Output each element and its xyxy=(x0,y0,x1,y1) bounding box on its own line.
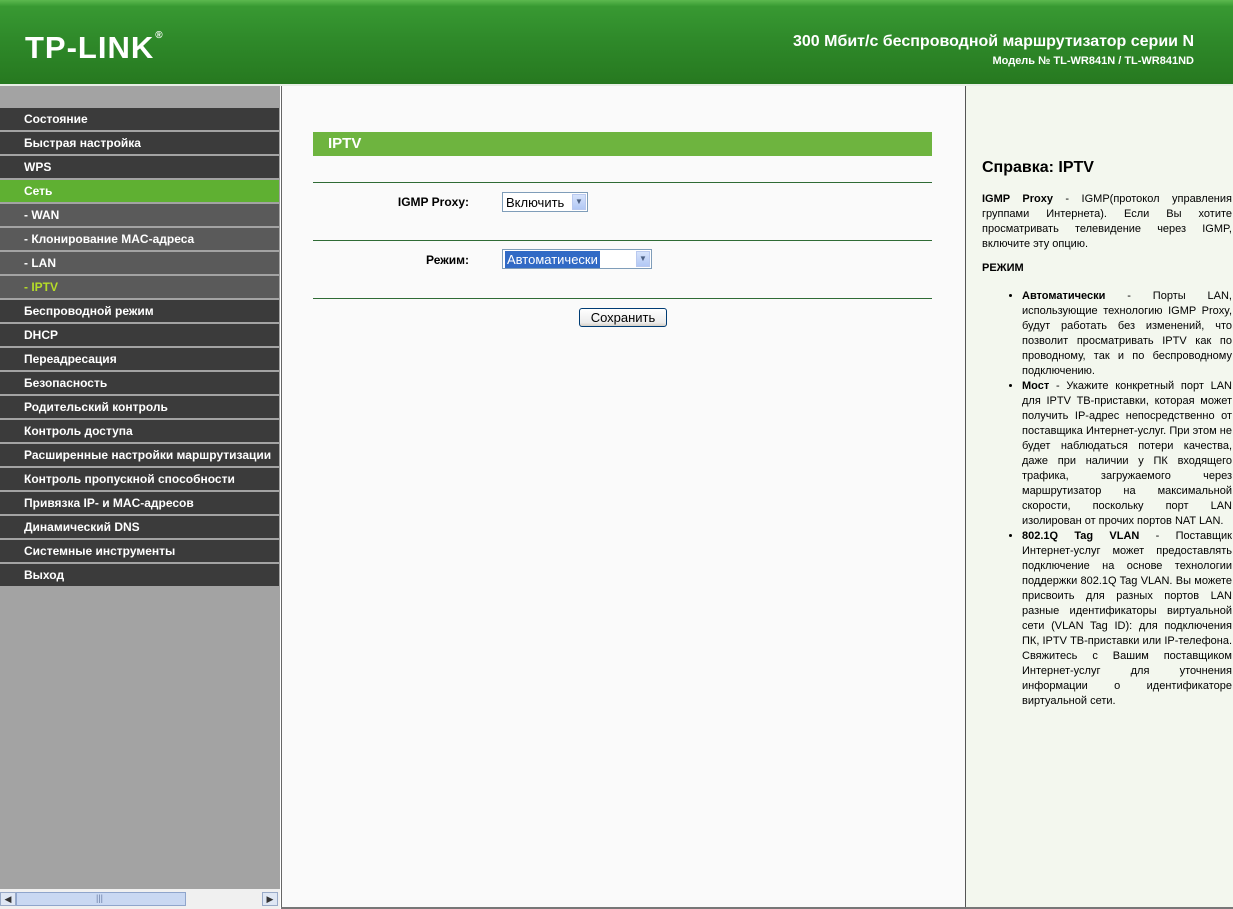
sidebar-item-lan[interactable]: - LAN xyxy=(0,252,279,274)
arrow-left-icon[interactable]: ◀ xyxy=(0,892,16,906)
sidebar-menu: Состояние Быстрая настройка WPS Сеть - W… xyxy=(0,108,279,588)
arrow-right-icon[interactable]: ▶ xyxy=(262,892,278,906)
help-igmp-term: IGMP Proxy xyxy=(982,193,1053,205)
sidebar-horizontal-scrollbar[interactable]: ◀ ||| ▶ xyxy=(0,889,280,909)
sidebar-item-status[interactable]: Состояние xyxy=(0,108,279,130)
help-title: Справка: IPTV xyxy=(982,159,1094,176)
grip-icon: ||| xyxy=(96,893,104,903)
sidebar-item-advanced-routing[interactable]: Расширенные настройки маршрутизации xyxy=(0,444,279,466)
sidebar-item-access-control[interactable]: Контроль доступа xyxy=(0,420,279,442)
tp-link-logo: TP-LINK® xyxy=(25,30,164,66)
main-content: IPTV IGMP Proxy: Включить ▼ Режим: Автом… xyxy=(281,86,965,909)
model-number: Модель № TL-WR841N / TL-WR841ND xyxy=(992,55,1194,67)
mode-select[interactable]: Автоматически ▼ xyxy=(502,249,652,269)
sidebar: Состояние Быстрая настройка WPS Сеть - W… xyxy=(0,86,280,909)
sidebar-item-dynamic-dns[interactable]: Динамический DNS xyxy=(0,516,279,538)
sidebar-item-bandwidth-control[interactable]: Контроль пропускной способности xyxy=(0,468,279,490)
header-strip xyxy=(0,0,1233,6)
sidebar-item-ip-mac-binding[interactable]: Привязка IP- и MAC-адресов xyxy=(0,492,279,514)
chevron-down-icon[interactable]: ▼ xyxy=(572,194,586,210)
sidebar-item-quick-setup[interactable]: Быстрая настройка xyxy=(0,132,279,154)
chevron-down-icon[interactable]: ▼ xyxy=(636,251,650,267)
sidebar-item-mac-clone[interactable]: - Клонирование MAC-адреса xyxy=(0,228,279,250)
save-button[interactable]: Сохранить xyxy=(579,308,667,327)
help-igmp-paragraph: IGMP Proxy - IGMP(протокол управления гр… xyxy=(982,192,1232,252)
divider xyxy=(313,240,932,241)
sidebar-item-wps[interactable]: WPS xyxy=(0,156,279,178)
help-mode-list: Автоматически - Порты LAN, использующие … xyxy=(982,289,1232,709)
help-desc: - Укажите конкретный порт LAN для IPTV Т… xyxy=(1022,380,1232,527)
mode-value: Автоматически xyxy=(505,251,600,268)
help-term: Автоматически xyxy=(1022,290,1106,302)
list-item: Мост - Укажите конкретный порт LAN для I… xyxy=(1022,379,1232,529)
sidebar-item-wan[interactable]: - WAN xyxy=(0,204,279,226)
header: TP-LINK® 300 Мбит/с беспроводной маршрут… xyxy=(0,0,1233,86)
logo-text: TP-LINK xyxy=(25,30,155,65)
igmp-proxy-value: Включить xyxy=(506,195,565,210)
list-item: Автоматически - Порты LAN, использующие … xyxy=(1022,289,1232,379)
sidebar-item-logout[interactable]: Выход xyxy=(0,564,279,586)
igmp-proxy-label: IGMP Proxy: xyxy=(397,195,469,209)
sidebar-item-system-tools[interactable]: Системные инструменты xyxy=(0,540,279,562)
help-desc: - Порты LAN, использующие технологию IGM… xyxy=(1022,290,1232,377)
help-mode-heading: РЕЖИМ xyxy=(982,262,1024,274)
sidebar-item-security[interactable]: Безопасность xyxy=(0,372,279,394)
scrollbar-thumb[interactable]: ||| xyxy=(16,892,186,906)
mode-label: Режим: xyxy=(426,253,469,267)
divider xyxy=(313,182,932,183)
igmp-proxy-select[interactable]: Включить ▼ xyxy=(502,192,588,212)
divider xyxy=(313,298,932,299)
product-title: 300 Мбит/с беспроводной маршрутизатор се… xyxy=(792,33,1194,50)
sidebar-item-forwarding[interactable]: Переадресация xyxy=(0,348,279,370)
sidebar-item-wireless[interactable]: Беспроводной режим xyxy=(0,300,279,322)
list-item: 802.1Q Tag VLAN - Поставщик Интернет-усл… xyxy=(1022,529,1232,709)
help-term: 802.1Q Tag VLAN xyxy=(1022,530,1140,542)
sidebar-item-network[interactable]: Сеть xyxy=(0,180,279,202)
help-term: Мост xyxy=(1022,380,1050,392)
help-panel: Справка: IPTV IGMP Proxy - IGMP(протокол… xyxy=(965,86,1233,909)
logo-mark: ® xyxy=(155,30,164,41)
sidebar-item-iptv[interactable]: - IPTV xyxy=(0,276,279,298)
sidebar-item-parental-control[interactable]: Родительский контроль xyxy=(0,396,279,418)
sidebar-item-dhcp[interactable]: DHCP xyxy=(0,324,279,346)
help-desc: - Поставщик Интернет-услуг может предост… xyxy=(1022,530,1232,707)
section-title: IPTV xyxy=(313,132,932,156)
